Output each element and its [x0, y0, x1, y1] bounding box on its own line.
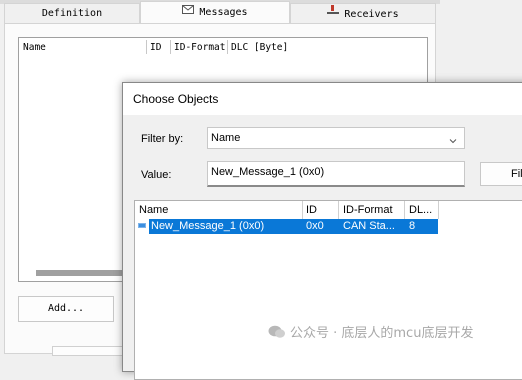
column-header-name[interactable]: Name — [139, 201, 168, 219]
column-separator — [302, 201, 303, 219]
chevron-down-icon — [448, 133, 458, 144]
column-header-id-format[interactable]: ID-Format — [174, 42, 225, 53]
filter-by-select[interactable]: Name — [207, 127, 465, 149]
filter-button[interactable]: Fil — [480, 162, 522, 186]
tab-receivers[interactable]: Receivers — [290, 3, 436, 23]
column-header-id-format[interactable]: ID-Format — [343, 201, 393, 219]
row-name: New_Message_1 (0x0) — [151, 220, 265, 232]
value-label: Value: — [141, 169, 172, 181]
objects-grid[interactable]: Name ID ID-Format DL... New_Message_1 (0… — [134, 200, 522, 380]
column-header-id[interactable]: ID — [306, 201, 317, 219]
row-id-format: CAN Sta... — [343, 220, 395, 232]
tab-label: Receivers — [344, 9, 399, 20]
column-separator — [438, 201, 439, 219]
table-row[interactable]: New_Message_1 (0x0) 0x0 CAN Sta... 8 — [149, 219, 438, 234]
column-separator — [170, 40, 171, 54]
column-header-dlc[interactable]: DL... — [409, 201, 432, 219]
wechat-logo-icon — [268, 325, 286, 343]
tab-label: Definition — [41, 8, 103, 19]
column-header-name[interactable]: Name — [23, 42, 46, 53]
filter-by-value: Name — [211, 132, 241, 144]
column-separator — [227, 40, 228, 54]
watermark: 公众号 · 底层人的mcu底层开发 — [268, 322, 473, 343]
column-separator — [404, 201, 405, 219]
watermark-text: 公众号 · 底层人的mcu底层开发 — [290, 326, 474, 341]
column-separator — [338, 201, 339, 219]
row-dlc: 8 — [409, 220, 416, 232]
tab-label: Messages — [199, 7, 248, 18]
column-header-dlc[interactable]: DLC [Byte] — [231, 42, 288, 53]
row-id: 0x0 — [306, 220, 324, 232]
receiver-icon — [327, 4, 340, 24]
tab-messages[interactable]: Messages — [140, 1, 290, 23]
filter-by-label: Filter by: — [141, 133, 184, 145]
value-input[interactable]: New_Message_1 (0x0) — [207, 161, 465, 187]
envelope-icon — [182, 2, 195, 22]
dialog-title: Choose Objects — [123, 83, 522, 115]
column-separator — [146, 40, 147, 54]
add-button[interactable]: Add... — [18, 296, 114, 322]
bottom-button[interactable] — [52, 346, 128, 356]
tab-definition[interactable]: Definition — [4, 3, 140, 23]
column-header-id[interactable]: ID — [150, 42, 161, 53]
horizontal-scrollbar-thumb[interactable] — [36, 270, 126, 276]
row-indicator-icon — [138, 223, 146, 228]
